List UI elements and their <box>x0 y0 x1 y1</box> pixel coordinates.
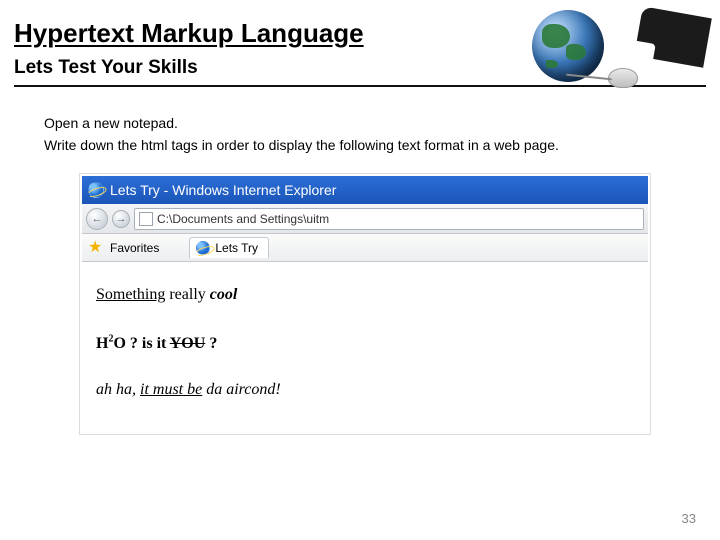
star-icon[interactable]: ★ <box>88 240 104 256</box>
page-number: 33 <box>682 511 696 526</box>
text-underlined: Something <box>96 286 165 303</box>
text-bold-italic: cool <box>210 286 238 303</box>
instruction-line-1: Open a new notepad. <box>44 113 720 135</box>
sample-line-3: ah ha, it must be da aircond! <box>96 375 634 405</box>
favorites-label[interactable]: Favorites <box>110 241 159 255</box>
browser-tab[interactable]: Lets Try <box>189 237 269 258</box>
browser-favorites-row: ★ Favorites Lets Try <box>82 234 648 262</box>
back-button[interactable]: ← <box>86 208 108 230</box>
tab-label: Lets Try <box>215 241 258 255</box>
sample-line-1: Something really cool <box>96 280 634 310</box>
instruction-line-2: Write down the html tags in order to dis… <box>44 135 720 157</box>
ie-icon <box>196 241 210 255</box>
ie-icon <box>88 182 104 198</box>
forward-button[interactable]: → <box>112 210 130 228</box>
browser-content: Something really cool H2O ? is it YOU ? … <box>82 262 648 431</box>
browser-window: Lets Try - Windows Internet Explorer ← →… <box>80 174 650 433</box>
browser-titlebar: Lets Try - Windows Internet Explorer <box>82 176 648 204</box>
text-plain: really <box>165 286 209 303</box>
page-icon <box>139 212 153 226</box>
window-title: Lets Try - Windows Internet Explorer <box>110 182 336 198</box>
text-strikethrough: YOU <box>170 335 206 352</box>
instructions: Open a new notepad. Write down the html … <box>0 87 720 156</box>
text-italic-underline: it must be <box>140 381 202 398</box>
address-text: C:\Documents and Settings\uitm <box>157 212 329 226</box>
text-bold: O ? is it <box>113 335 169 352</box>
browser-nav-row: ← → C:\Documents and Settings\uitm <box>82 204 648 234</box>
text-italic: da aircond! <box>202 381 281 398</box>
text-bold: H <box>96 335 108 352</box>
sample-line-2: H2O ? is it YOU ? <box>96 329 634 359</box>
slide-subtitle: Lets Test Your Skills <box>0 51 720 85</box>
text-bold: ? <box>205 335 217 352</box>
text-italic: ah ha, <box>96 381 140 398</box>
slide-title: Hypertext Markup Language <box>0 0 720 51</box>
address-bar[interactable]: C:\Documents and Settings\uitm <box>134 208 644 230</box>
